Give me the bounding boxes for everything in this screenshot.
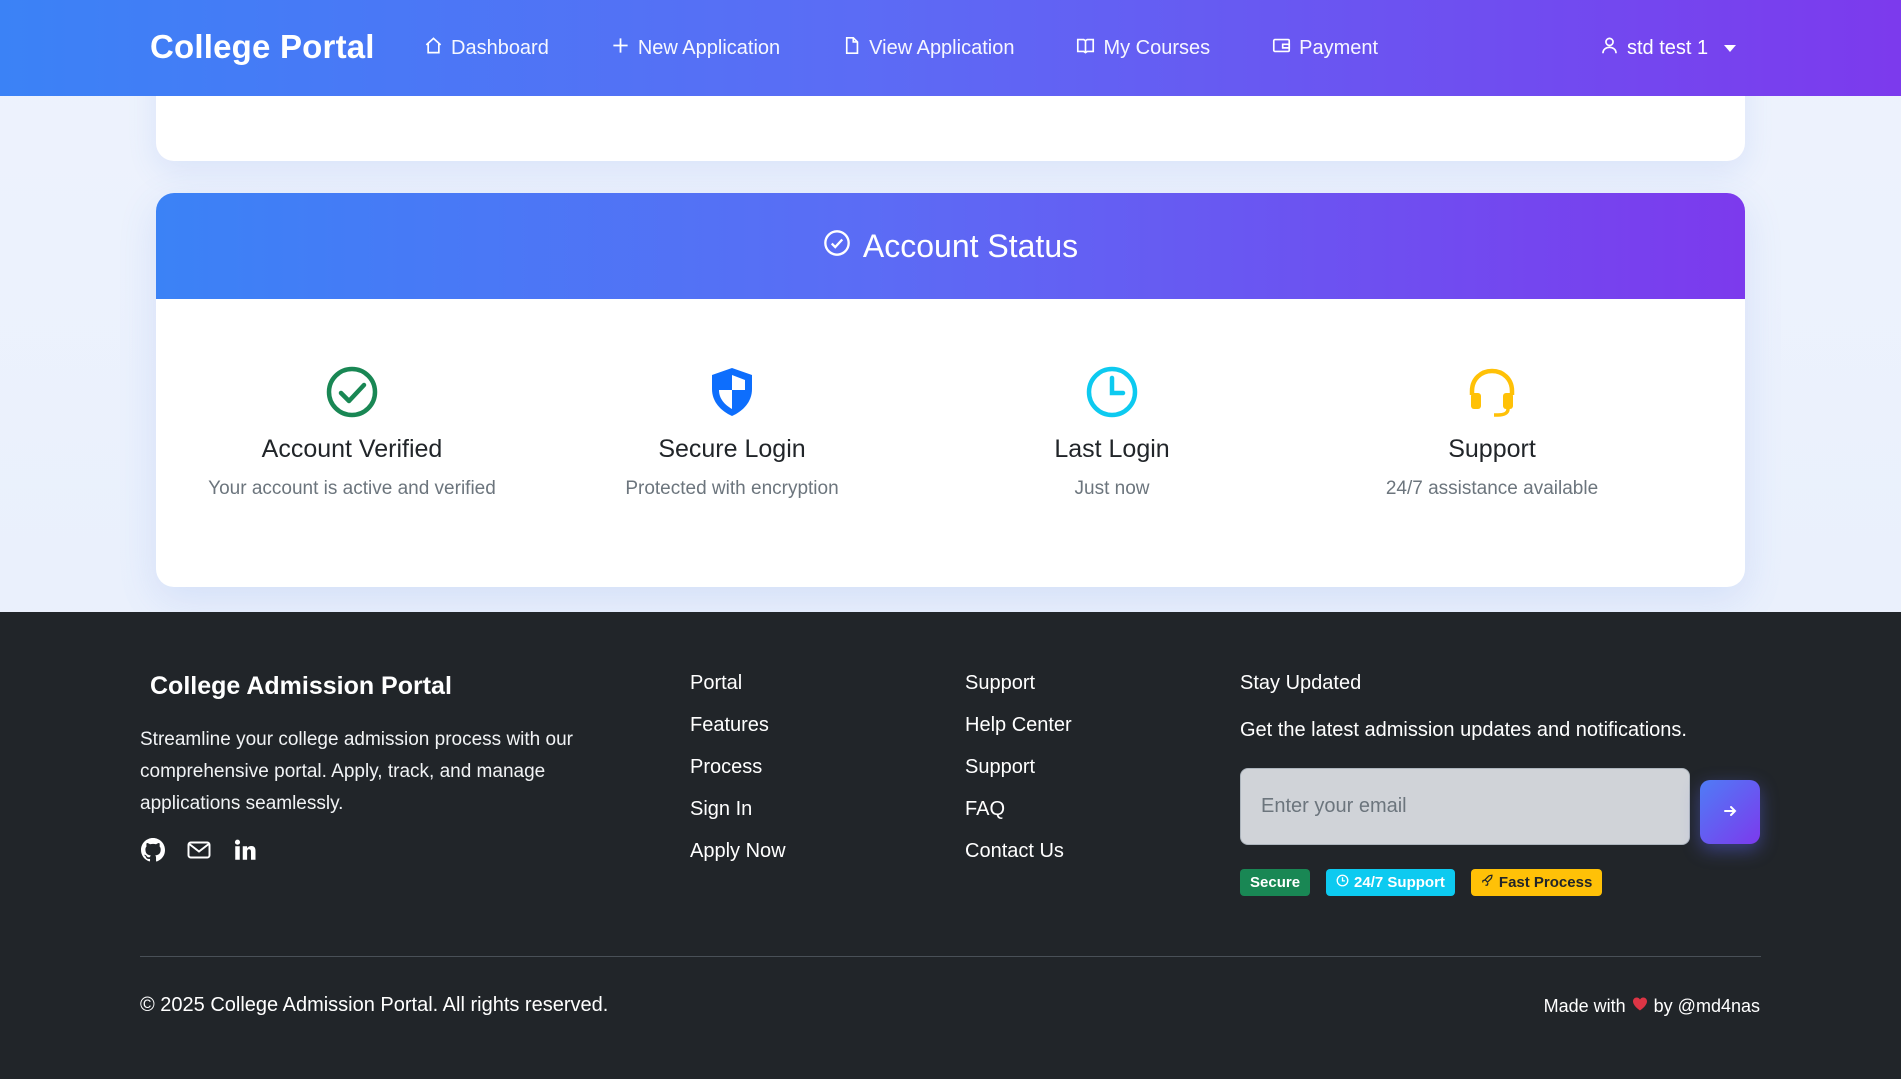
site-footer: College Admission Portal Streamline your… [0, 612, 1901, 1079]
badge-support-label: 24/7 Support [1354, 874, 1445, 891]
nav-dashboard-label: Dashboard [451, 36, 549, 59]
rocket-icon [1481, 874, 1494, 891]
chevron-down-icon [1724, 44, 1737, 52]
headset-icon [1302, 363, 1682, 421]
github-icon[interactable] [141, 838, 166, 862]
status-item-support: Support 24/7 assistance available [1302, 363, 1682, 500]
check-circle-icon [162, 363, 542, 421]
status-item-title: Last Login [1054, 435, 1170, 463]
status-item-desc: Just now [1074, 478, 1150, 499]
person-icon [1600, 36, 1619, 61]
made-with-prefix: Made with [1543, 996, 1626, 1016]
status-item-secure-login: Secure Login Protected with encryption [542, 363, 922, 500]
badge-secure: Secure [1240, 869, 1311, 896]
status-item-title: Secure Login [658, 435, 806, 463]
heart-icon [1632, 996, 1648, 1017]
footer-divider [140, 956, 1761, 957]
user-name: std test 1 [1627, 36, 1709, 59]
footer-link-contact-us[interactable]: Contact Us [965, 839, 1072, 863]
badge-support: 24/7 Support [1326, 869, 1455, 896]
book-icon [1076, 36, 1095, 61]
status-item-desc: Your account is active and verified [208, 478, 496, 499]
newsletter-title: Stay Updated [1240, 672, 1362, 694]
user-dropdown[interactable]: std test 1 [1600, 0, 1737, 96]
status-item-title: Support [1448, 435, 1536, 463]
badge-fast-process: Fast Process [1470, 869, 1603, 896]
newsletter-section: Stay Updated Get the latest admission up… [1240, 672, 1687, 742]
account-status-header: Account Status [156, 193, 1745, 299]
footer-portal-column: Portal Features Process Sign In Apply No… [690, 672, 786, 863]
newsletter-text: Get the latest admission updates and not… [1240, 719, 1687, 741]
nav-payment[interactable]: Payment [1272, 36, 1378, 61]
plus-icon [611, 36, 630, 61]
footer-link-support[interactable]: Support [965, 755, 1072, 779]
status-item-desc: 24/7 assistance available [1385, 478, 1599, 499]
wallet-icon [1272, 36, 1291, 61]
footer-portal-title: Portal [690, 672, 743, 694]
nav-dashboard[interactable]: Dashboard [424, 36, 549, 61]
copyright-text: © 2025 College Admission Portal. All rig… [140, 994, 609, 1016]
brand-logo[interactable]: College Portal [150, 28, 375, 66]
made-with-credit: Made with by @md4nas [1544, 996, 1760, 1017]
footer-link-features[interactable]: Features [690, 713, 786, 737]
status-item-desc: Protected with encryption [625, 478, 839, 499]
nav-payment-label: Payment [1299, 36, 1379, 59]
newsletter-submit-button[interactable] [1700, 780, 1760, 844]
badge-fast-process-label: Fast Process [1498, 874, 1593, 891]
nav-view-application[interactable]: View Application [842, 36, 1014, 61]
badge-secure-label: Secure [1250, 874, 1301, 891]
nav-my-courses-label: My Courses [1103, 36, 1211, 59]
clock-icon [1336, 874, 1349, 891]
nav-new-application[interactable]: New Application [611, 36, 780, 61]
shield-icon [542, 363, 922, 421]
footer-link-process[interactable]: Process [690, 755, 786, 779]
nav-view-application-label: View Application [869, 36, 1015, 59]
top-navbar: College Portal Dashboard New Application… [0, 0, 1901, 96]
file-icon [842, 36, 861, 61]
house-icon [424, 36, 443, 61]
made-with-suffix[interactable]: by @md4nas [1654, 996, 1760, 1017]
check-circle-icon [823, 228, 851, 265]
footer-link-help-center[interactable]: Help Center [965, 713, 1072, 737]
account-status-title: Account Status [862, 227, 1079, 264]
clock-icon [922, 363, 1302, 421]
footer-link-apply-now[interactable]: Apply Now [690, 839, 786, 863]
status-item-title: Account Verified [261, 435, 443, 463]
nav-links: Dashboard New Application View Applicati… [424, 0, 1440, 96]
newsletter-badges: Secure 24/7 Support Fast Process [1240, 869, 1603, 896]
nav-my-courses[interactable]: My Courses [1076, 36, 1210, 61]
footer-link-faq[interactable]: FAQ [965, 797, 1072, 821]
footer-description: Streamline your college admission proces… [140, 729, 573, 814]
footer-brand: College Admission Portal [150, 672, 452, 700]
newsletter-email-input[interactable] [1240, 768, 1690, 845]
footer-support-column: Support Help Center Support FAQ Contact … [965, 672, 1072, 863]
nav-new-application-label: New Application [637, 36, 781, 59]
status-grid: Account Verified Your account is active … [156, 299, 1745, 587]
status-item-last-login: Last Login Just now [922, 363, 1302, 500]
social-links [141, 838, 257, 862]
linkedin-icon[interactable] [233, 838, 257, 862]
footer-link-sign-in[interactable]: Sign In [690, 797, 786, 821]
status-item-verified: Account Verified Your account is active … [162, 363, 542, 500]
arrow-right-icon [1722, 803, 1738, 822]
envelope-icon[interactable] [187, 838, 211, 862]
account-status-card: Account Status Account Verified Your acc… [156, 193, 1745, 587]
footer-support-title: Support [965, 672, 1036, 694]
